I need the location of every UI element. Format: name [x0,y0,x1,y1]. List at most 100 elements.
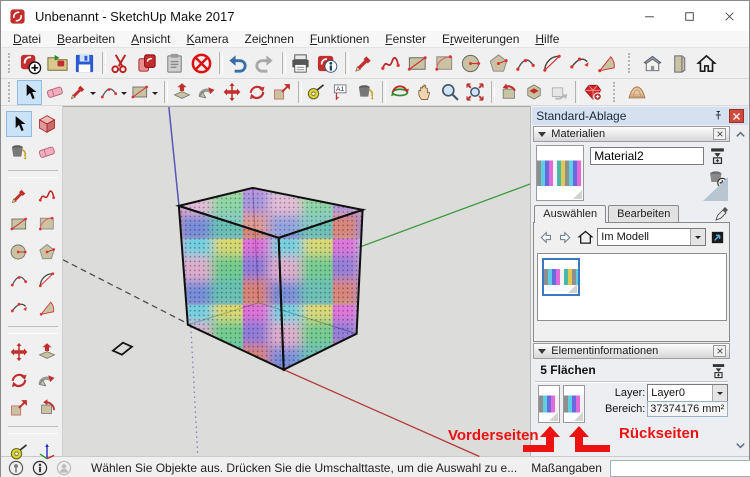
model-info-tool-button[interactable] [314,50,341,77]
view-iso-tool-button[interactable] [639,50,666,77]
push-pull-tool-button[interactable] [34,339,60,365]
tray-pin-button[interactable] [710,109,726,124]
measurements-input[interactable] [610,460,750,477]
dropdown-arrow-icon[interactable] [150,81,159,104]
eraser-tool-button[interactable] [34,139,60,165]
forward-icon[interactable] [557,229,574,246]
sample-paint-corner[interactable] [703,177,728,201]
back-icon[interactable] [537,229,554,246]
material-collection-dropdown[interactable]: Im Modell [597,228,706,246]
make-component-tool-button[interactable] [34,111,60,137]
orbit-tool-button[interactable] [387,80,412,105]
tray-scroll-down-button[interactable] [733,438,748,453]
freehand-tool-button[interactable] [34,183,60,209]
material-name-input[interactable] [590,147,704,165]
redo-tool-button[interactable] [251,50,278,77]
menu-erweiterungen[interactable]: Erweiterungen [434,31,527,47]
minimize-button[interactable] [629,1,669,31]
tape-measure-tool-button[interactable] [6,439,32,465]
materials-close-button[interactable] [713,128,726,140]
back-color-thumbnail[interactable] [563,385,585,423]
pie-filled-tool-button[interactable] [34,295,60,321]
ruby-tool-button[interactable] [580,80,605,105]
sample-paint-detail-icon[interactable] [709,229,726,246]
secondary-pane-icon[interactable] [708,146,727,165]
polygon-tool-button[interactable] [485,50,512,77]
push-pull-tool-button[interactable] [169,80,194,105]
dropdown-arrow-icon[interactable] [690,229,705,245]
pie-filled-tool-button[interactable] [593,50,620,77]
cut-tool-button[interactable] [107,50,134,77]
tab-auswaehlen[interactable]: Auswählen [534,205,606,223]
paint-bucket-tool-button[interactable] [353,80,378,105]
small-ground-face[interactable] [113,343,132,355]
arc-tool-button[interactable] [98,80,129,105]
menu-bearbeiten[interactable]: Bearbeiten [49,31,123,47]
eraser-tool-button[interactable] [42,80,67,105]
delete-tool-button[interactable] [188,50,215,77]
next-view-tool-button[interactable] [546,80,571,105]
offset-tool-button[interactable] [34,395,60,421]
pie-tool-button[interactable] [34,267,60,293]
material2-thumbnail[interactable] [542,258,580,296]
line-tool-button[interactable] [6,183,32,209]
undo-tool-button[interactable] [224,50,251,77]
select-tool-button[interactable] [6,111,32,137]
menu-funktionen[interactable]: Funktionen [302,31,377,47]
view-home-tool-button[interactable] [693,50,720,77]
zoom-tool-button[interactable] [437,80,462,105]
freehand-tool-button[interactable] [377,50,404,77]
menu-hilfe[interactable]: Hilfe [527,31,567,47]
save-tool-button[interactable] [71,50,98,77]
dropdown-arrow-icon[interactable] [119,81,128,104]
circle-tool-button[interactable] [458,50,485,77]
open-tool-button[interactable] [44,50,71,77]
close-button[interactable] [709,1,749,31]
menu-ansicht[interactable]: Ansicht [123,31,178,47]
tray-scroll-up-button[interactable] [733,127,748,142]
home-icon[interactable] [577,229,594,246]
move-tool-button[interactable] [6,339,32,365]
paint-bucket-tool-button[interactable] [6,139,32,165]
eyedropper-icon[interactable] [714,206,730,222]
menu-fenster[interactable]: Fenster [377,31,434,47]
menu-datei[interactable]: Datei [5,31,49,47]
arc-3point-tool-button[interactable] [566,50,593,77]
rectangle-tool-button[interactable] [6,211,32,237]
axes-tool-button[interactable] [34,439,60,465]
selected-cube[interactable] [179,188,363,370]
circle-tool-button[interactable] [6,239,32,265]
follow-me-tool-button[interactable] [34,367,60,393]
tab-bearbeiten[interactable]: Bearbeiten [608,205,679,223]
rotated-rectangle-tool-button[interactable] [34,211,60,237]
model-viewport[interactable] [63,106,530,456]
polygon-tool-button[interactable] [34,239,60,265]
sandbox-tool-button[interactable] [624,80,649,105]
text-tool-button[interactable]: A1 [328,80,353,105]
entity-info-section-header[interactable]: Elementinformationen [533,343,730,359]
zoom-extents-tool-button[interactable] [462,80,487,105]
new-document-tool-button[interactable] [17,50,44,77]
layer-dropdown[interactable]: Layer0 [647,384,728,402]
menu-kamera[interactable]: Kamera [178,31,236,47]
previous-view-tool-button[interactable] [496,80,521,105]
rotated-rectangle-tool-button[interactable] [431,50,458,77]
view-box-tool-button[interactable] [666,50,693,77]
secondary-pane-icon[interactable] [710,362,727,379]
rotate-tool-button[interactable] [244,80,269,105]
scale-tool-button[interactable] [6,395,32,421]
follow-me-tool-button[interactable] [194,80,219,105]
front-color-thumbnail[interactable] [538,385,560,423]
maximize-button[interactable] [669,1,709,31]
scale-tool-button[interactable] [269,80,294,105]
print-tool-button[interactable] [287,50,314,77]
pie-tool-button[interactable] [539,50,566,77]
views-tool-button[interactable] [521,80,546,105]
rectangle-tool-button[interactable] [404,50,431,77]
arc-tool-button[interactable] [6,267,32,293]
line-tool-button[interactable] [350,50,377,77]
tape-measure-tool-button[interactable] [303,80,328,105]
materials-list[interactable] [537,253,727,321]
arc-tool-button[interactable] [512,50,539,77]
pan-tool-button[interactable] [412,80,437,105]
